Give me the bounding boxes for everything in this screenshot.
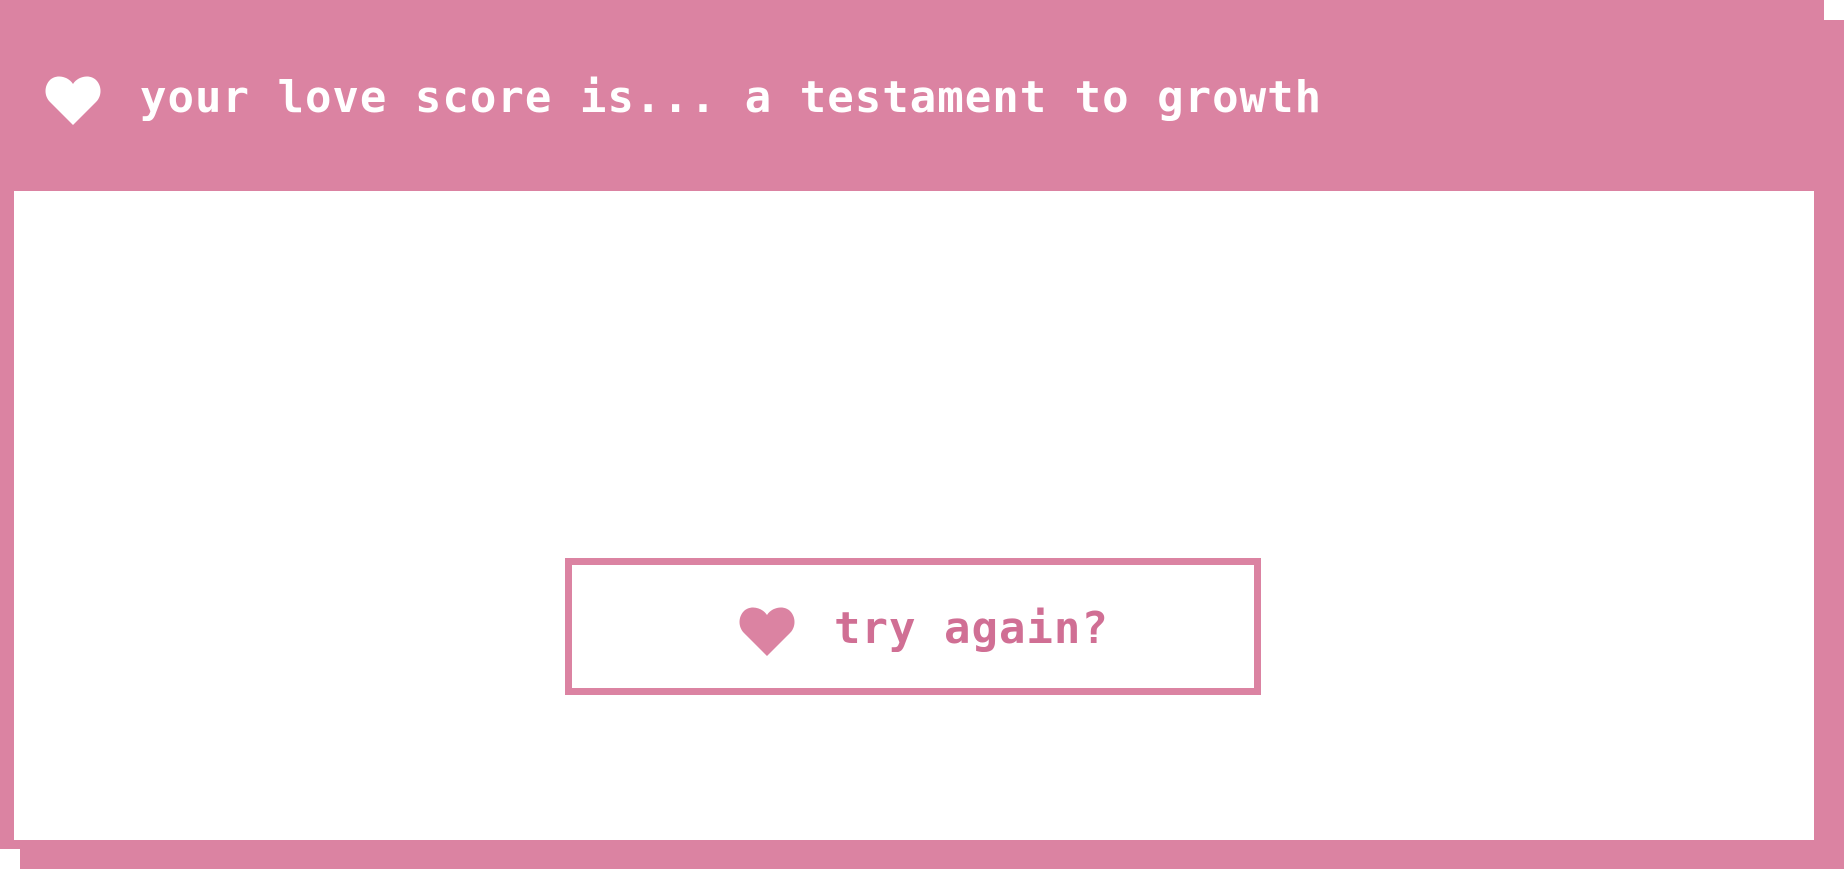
- frame-bottom: [2, 840, 1826, 849]
- frame-left: [2, 191, 14, 849]
- try-again-label: try again?: [834, 603, 1109, 654]
- dialog-body: [14, 191, 1814, 840]
- heart-icon: [45, 76, 101, 125]
- dialog-titlebar: your love score is... a testament to gro…: [2, 0, 1824, 191]
- frame-right: [1814, 191, 1826, 849]
- dialog-title: your love score is... a testament to gro…: [140, 72, 1323, 123]
- stage: your love score is... a testament to gro…: [0, 0, 1844, 869]
- heart-icon: [739, 607, 795, 656]
- try-again-button[interactable]: try again?: [565, 558, 1261, 695]
- result-dialog: your love score is... a testament to gro…: [0, 0, 1826, 849]
